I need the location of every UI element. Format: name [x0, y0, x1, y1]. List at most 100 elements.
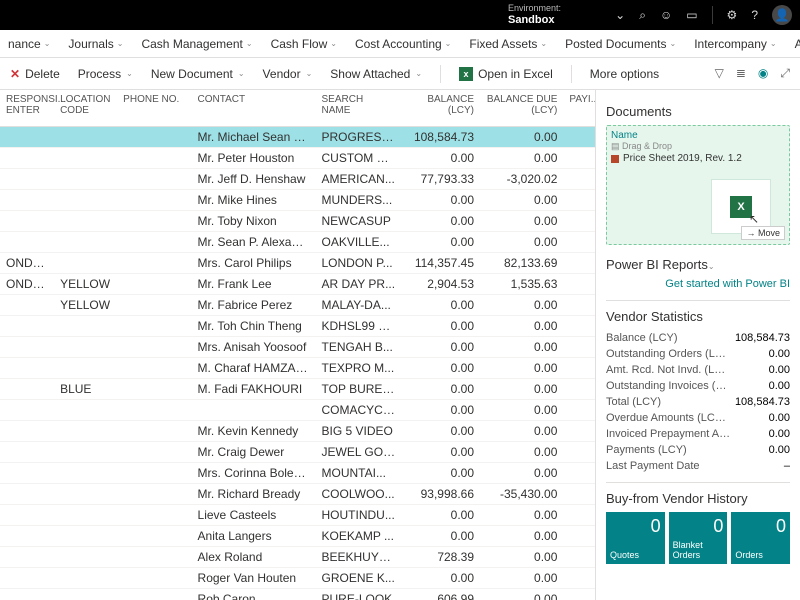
cue-tile[interactable]: 0Blanket Orders — [669, 512, 728, 564]
table-row[interactable]: ONDONYELLOWMr. Frank LeeAR DAY PR...2,90… — [0, 274, 595, 295]
cell-contact[interactable]: Mrs. Corinna Bolender — [192, 463, 316, 484]
cell-phone[interactable] — [117, 442, 191, 463]
cell-loc[interactable] — [54, 316, 117, 337]
col-balance-lcy[interactable]: BALANCE(LCY) — [401, 90, 480, 127]
chat-icon[interactable]: ▭ — [686, 8, 697, 22]
cell-phone[interactable] — [117, 400, 191, 421]
cell-bal[interactable]: 114,357.45 — [401, 253, 480, 274]
cell-loc[interactable] — [54, 148, 117, 169]
cell-bal[interactable]: 0.00 — [401, 337, 480, 358]
table-row[interactable]: Mrs. Corinna BolenderMOUNTAI...0.000.00 — [0, 463, 595, 484]
cell-phone[interactable] — [117, 253, 191, 274]
cell-resp[interactable] — [0, 127, 54, 148]
table-row[interactable]: Alex RolandBEEKHUYSE...728.390.00 — [0, 547, 595, 568]
cell-phone[interactable] — [117, 547, 191, 568]
cell-contact[interactable]: Mr. Kevin Kennedy — [192, 421, 316, 442]
cell-loc[interactable] — [54, 253, 117, 274]
cell-loc[interactable] — [54, 589, 117, 600]
cell-phone[interactable] — [117, 169, 191, 190]
table-row[interactable]: Mr. Toby NixonNEWCASUP0.000.00 — [0, 211, 595, 232]
cell-loc[interactable] — [54, 190, 117, 211]
table-row[interactable]: Lieve CasteelsHOUTINDU...0.000.00 — [0, 505, 595, 526]
cell-resp[interactable] — [0, 484, 54, 505]
cell-contact[interactable]: Alex Roland — [192, 547, 316, 568]
open-in-excel-button[interactable]: xOpen in Excel — [459, 67, 553, 81]
documents-section-title[interactable]: Documents — [606, 104, 790, 119]
cell-bal[interactable]: 728.39 — [401, 547, 480, 568]
cell-phone[interactable] — [117, 190, 191, 211]
cell-contact[interactable] — [192, 400, 316, 421]
cell-phone[interactable] — [117, 316, 191, 337]
table-row[interactable]: M. Charaf HAMZAOUITEXPRO M...0.000.00 — [0, 358, 595, 379]
cell-search[interactable]: JEWEL GOL... — [316, 442, 402, 463]
cell-resp[interactable] — [0, 148, 54, 169]
cell-bal[interactable]: 606.99 — [401, 589, 480, 600]
cell-loc[interactable]: YELLOW — [54, 295, 117, 316]
cell-resp[interactable] — [0, 505, 54, 526]
cell-bal[interactable]: 0.00 — [401, 379, 480, 400]
table-row[interactable]: YELLOWMr. Fabrice PerezMALAY-DA...0.000.… — [0, 295, 595, 316]
cell-contact[interactable]: Mr. Sean P. Alexander — [192, 232, 316, 253]
stat-row[interactable]: Amt. Rcd. Not Invd. (LCY)0.00 — [606, 362, 790, 378]
table-row[interactable]: ONDONMrs. Carol PhilipsLONDON P...114,35… — [0, 253, 595, 274]
table-row[interactable]: Rob CaronPURE-LOOK606.990.00 — [0, 589, 595, 600]
table-row[interactable]: Mr. Craig DewerJEWEL GOL...0.000.00 — [0, 442, 595, 463]
cell-contact[interactable]: Mr. Fabrice Perez — [192, 295, 316, 316]
cell-search[interactable]: COMACYCLE — [316, 400, 402, 421]
cell-resp[interactable] — [0, 400, 54, 421]
cell-bal[interactable]: 77,793.33 — [401, 169, 480, 190]
vendor-statistics-title[interactable]: Vendor Statistics — [606, 309, 790, 324]
cell-due[interactable]: 0.00 — [480, 127, 563, 148]
cell-phone[interactable] — [117, 421, 191, 442]
cell-due[interactable]: 1,535.63 — [480, 274, 563, 295]
cell-loc[interactable] — [54, 169, 117, 190]
cell-bal[interactable]: 0.00 — [401, 232, 480, 253]
cell-phone[interactable] — [117, 568, 191, 589]
cell-bal[interactable]: 0.00 — [401, 211, 480, 232]
show-attached-menu[interactable]: Show Attached⌄ — [330, 67, 422, 81]
cell-contact[interactable]: Mr. Jeff D. Henshaw — [192, 169, 316, 190]
cell-due[interactable]: 0.00 — [480, 148, 563, 169]
cell-contact[interactable]: Mr. Peter Houston — [192, 148, 316, 169]
cell-bal[interactable]: 0.00 — [401, 148, 480, 169]
cell-due[interactable]: 0.00 — [480, 337, 563, 358]
cell-search[interactable]: AR DAY PR... — [316, 274, 402, 295]
cell-due[interactable]: -3,020.02 — [480, 169, 563, 190]
documents-dropzone[interactable]: Name ▤ Drag & Drop Price Sheet 2019, Rev… — [606, 125, 790, 245]
cell-search[interactable]: MOUNTAI... — [316, 463, 402, 484]
cell-resp[interactable] — [0, 547, 54, 568]
table-row[interactable]: Mrs. Anisah YoosoofTENGAH B...0.000.00 — [0, 337, 595, 358]
stat-row[interactable]: Invoiced Prepayment Amoun...0.00 — [606, 426, 790, 442]
cell-contact[interactable]: Mr. Richard Bready — [192, 484, 316, 505]
col-payments[interactable]: PAYI... — [563, 90, 595, 127]
cell-loc[interactable]: YELLOW — [54, 274, 117, 295]
cell-loc[interactable] — [54, 547, 117, 568]
cell-contact[interactable]: M. Charaf HAMZAOUI — [192, 358, 316, 379]
nav-intercompany[interactable]: Intercompany⌄ — [694, 37, 776, 51]
cell-search[interactable]: BIG 5 VIDEO — [316, 421, 402, 442]
nav-cash-flow[interactable]: Cash Flow⌄ — [271, 37, 337, 51]
cell-due[interactable]: 0.00 — [480, 295, 563, 316]
cell-due[interactable]: 0.00 — [480, 568, 563, 589]
cell-contact[interactable]: Lieve Casteels — [192, 505, 316, 526]
cell-phone[interactable] — [117, 274, 191, 295]
cell-due[interactable]: 0.00 — [480, 589, 563, 600]
table-row[interactable]: Mr. Sean P. AlexanderOAKVILLE...0.000.00 — [0, 232, 595, 253]
table-row[interactable]: Mr. Kevin KennedyBIG 5 VIDEO0.000.00 — [0, 421, 595, 442]
cell-bal[interactable]: 2,904.53 — [401, 274, 480, 295]
cell-search[interactable]: PURE-LOOK — [316, 589, 402, 600]
table-row[interactable]: Mr. Toh Chin ThengKDHSL99 S...0.000.00 — [0, 316, 595, 337]
cell-contact[interactable]: Mr. Mike Hines — [192, 190, 316, 211]
cell-loc[interactable]: BLUE — [54, 379, 117, 400]
cell-resp[interactable] — [0, 337, 54, 358]
nav-cash-management[interactable]: Cash Management⌄ — [141, 37, 252, 51]
cell-resp[interactable] — [0, 295, 54, 316]
powerbi-section-title[interactable]: Power BI Reports⌄ — [606, 257, 790, 272]
cell-bal[interactable]: 0.00 — [401, 316, 480, 337]
search-icon[interactable]: ⌕ — [639, 8, 646, 23]
cell-due[interactable]: 0.00 — [480, 316, 563, 337]
table-row[interactable]: BLUEM. Fadi FAKHOURITOP BUREAU0.000.00 — [0, 379, 595, 400]
filter-icon[interactable]: ▽ — [715, 66, 724, 81]
cell-resp[interactable] — [0, 421, 54, 442]
cell-search[interactable]: MUNDERS... — [316, 190, 402, 211]
